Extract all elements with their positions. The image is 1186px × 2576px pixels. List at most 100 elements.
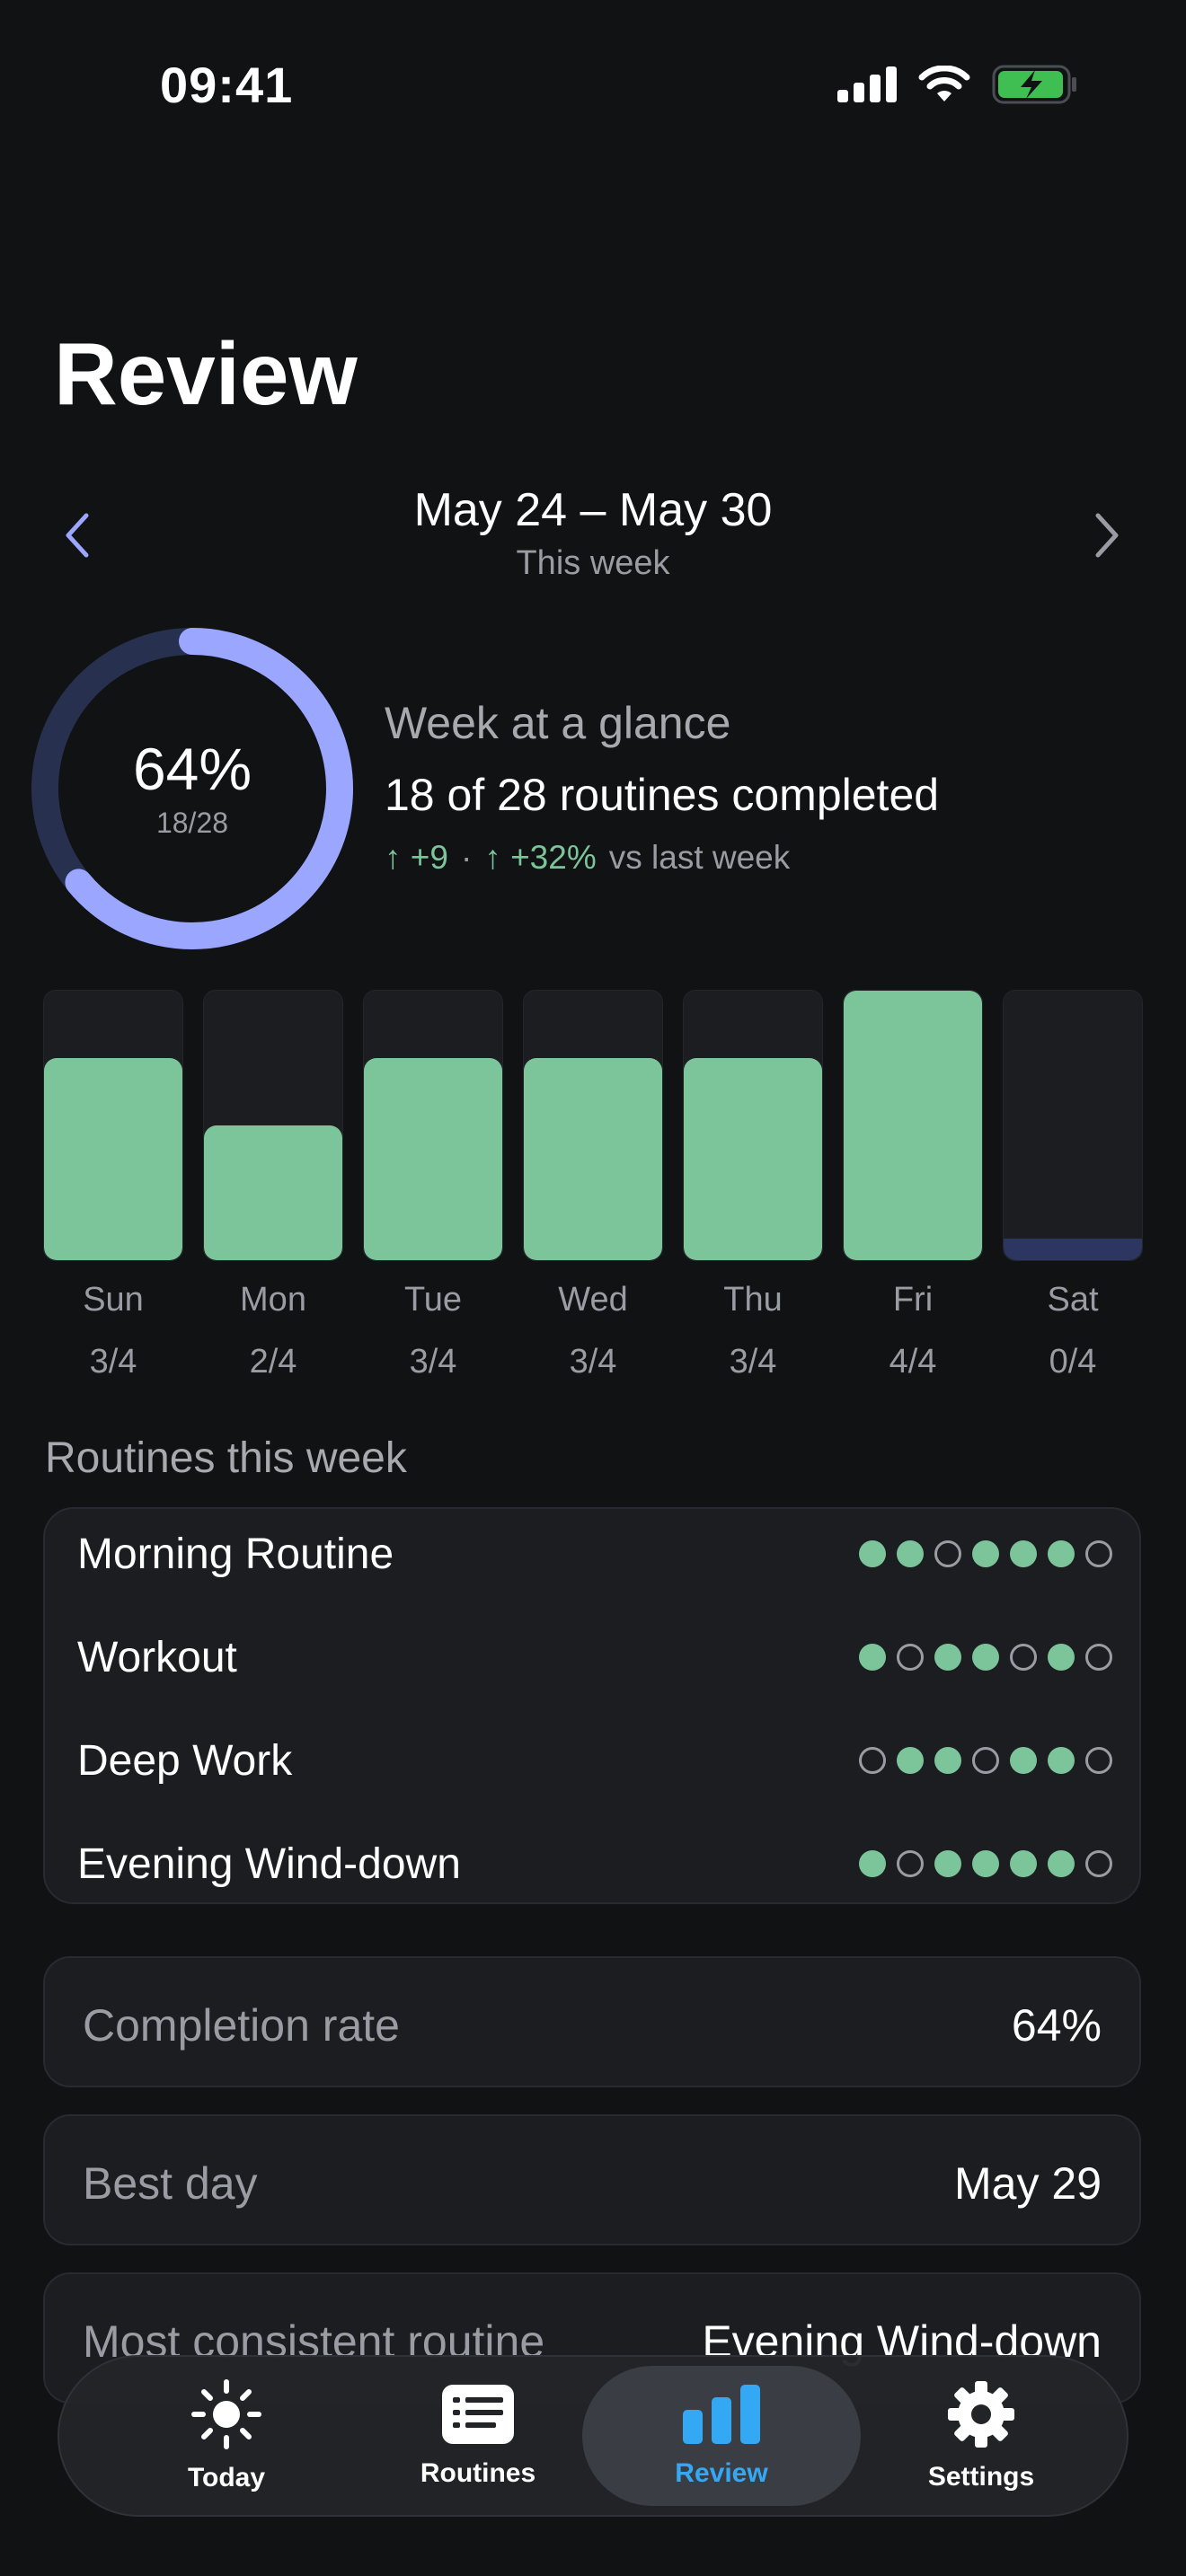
tab-routines[interactable]: Routines [343,2357,613,2515]
week-range: May 24 – May 30 [413,484,773,536]
day-score: 3/4 [729,1343,777,1381]
day-column[interactable]: Thu 3/4 [683,990,823,1381]
completed-dot [972,1850,999,1877]
day-column[interactable]: Fri 4/4 [843,990,983,1381]
day-column[interactable]: Sun 3/4 [43,990,183,1381]
completed-dot [972,1644,999,1671]
tab-review[interactable]: Review [582,2366,861,2506]
completed-dot [897,1747,924,1774]
day-label: Mon [240,1281,306,1319]
completed-dot [1048,1850,1075,1877]
battery-charging-icon [992,65,1076,104]
stat-label: Best day [83,2158,258,2209]
day-bar [204,1125,342,1260]
day-bar-track [363,990,503,1261]
routine-week-dots [859,1747,1112,1774]
day-bar-track [523,990,663,1261]
sun-icon [191,2379,261,2449]
gear-icon [948,2381,1014,2448]
delta-suffix: vs last week [608,839,791,876]
status-icons [837,65,1078,104]
tab-today[interactable]: Today [92,2357,361,2515]
day-bar-track [203,990,343,1261]
routine-row[interactable]: Workout [77,1621,1112,1693]
day-column[interactable]: Tue 3/4 [363,990,503,1381]
list-icon [442,2385,514,2444]
routine-row[interactable]: Evening Wind-down [77,1828,1112,1900]
day-bar [684,1058,822,1260]
routine-name: Morning Routine [77,1530,394,1578]
page-title: Review [54,324,358,423]
stat-value: May 29 [954,2158,1102,2209]
day-score: 3/4 [409,1343,457,1381]
tab-bar: Today Routines Review Settings [58,2355,1128,2517]
delta-separator: · [460,839,473,876]
missed-dot [1085,1540,1112,1567]
signal-icon [837,66,897,102]
missed-dot [1085,1644,1112,1671]
routine-week-dots [859,1540,1112,1567]
status-time: 09:41 [160,57,294,113]
stat-card: Best day May 29 [43,2114,1141,2245]
day-column[interactable]: Sat 0/4 [1003,990,1143,1381]
missed-dot [1085,1850,1112,1877]
day-label: Sat [1047,1281,1099,1319]
routine-row[interactable]: Deep Work [77,1725,1112,1796]
glance-title: Week at a glance [385,698,731,748]
missed-dot [859,1747,886,1774]
delta-percent: ↑ +32% [484,839,597,876]
day-bar [844,991,982,1260]
completed-dot [859,1644,886,1671]
day-column[interactable]: Wed 3/4 [523,990,663,1381]
completed-dot [972,1540,999,1567]
chevron-right-icon[interactable] [1089,508,1125,562]
day-label: Thu [723,1281,783,1319]
day-score: 4/4 [889,1343,937,1381]
day-bar [44,1058,182,1260]
routines-card: Morning Routine Workout Deep Work Evening W… [43,1507,1141,1904]
day-bar-track [43,990,183,1261]
day-bar [1004,1239,1142,1260]
missed-dot [934,1540,961,1567]
missed-dot [897,1850,924,1877]
week-subtitle: This week [516,544,670,582]
tab-label: Today [187,2463,266,2492]
day-score: 2/4 [249,1343,297,1381]
day-bar [524,1058,662,1260]
completed-dot [934,1644,961,1671]
day-column[interactable]: Mon 2/4 [203,990,343,1381]
completed-dot [1048,1747,1075,1774]
day-label: Tue [403,1281,463,1319]
section-title: Routines this week [45,1434,407,1482]
day-label: Fri [892,1281,934,1319]
stat-value: 64% [1011,2000,1102,2051]
tab-label: Routines [420,2458,536,2488]
completed-dot [1010,1747,1037,1774]
routine-week-dots [859,1644,1112,1671]
day-bar-track [683,990,823,1261]
completed-dot [1010,1540,1037,1567]
routine-row[interactable]: Morning Routine [77,1518,1112,1590]
completed-dot [897,1540,924,1567]
completed-dot [1048,1540,1075,1567]
day-score: 3/4 [89,1343,137,1381]
day-bar-track [843,990,983,1261]
routine-name: Evening Wind-down [77,1839,461,1888]
routine-week-dots [859,1850,1112,1877]
routine-name: Workout [77,1633,237,1681]
day-score: 3/4 [569,1343,617,1381]
missed-dot [1010,1644,1037,1671]
ring-fraction: 18/28 [155,807,229,839]
wifi-icon [918,66,970,101]
stat-card: Completion rate 64% [43,1956,1141,2087]
tab-settings[interactable]: Settings [846,2357,1116,2515]
ring-percent: 64% [132,736,252,802]
day-bar-track [1003,990,1143,1261]
glance-delta: ↑ +9 · ↑ +32% vs last week [385,839,790,877]
day-bar [364,1058,502,1260]
completed-dot [859,1540,886,1567]
tab-label: Review [675,2458,768,2488]
routine-name: Deep Work [77,1736,293,1785]
bar-chart-icon [683,2385,760,2444]
completed-dot [934,1747,961,1774]
